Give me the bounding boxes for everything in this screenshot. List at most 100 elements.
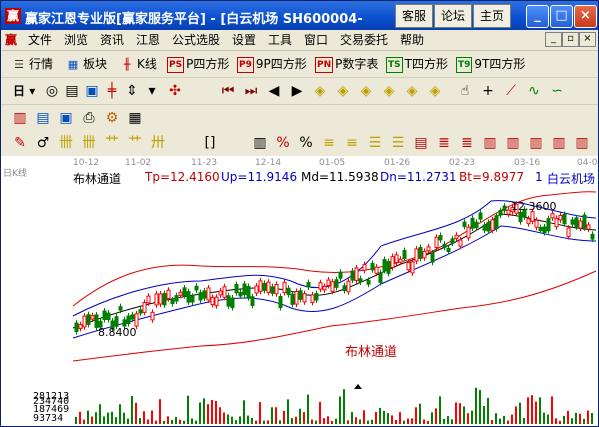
tool-g-icon[interactable]: ≣ [435,134,453,152]
fork5-icon[interactable]: 卅 [149,134,167,152]
tool-2-icon[interactable]: ♂ [34,134,52,152]
fork3-icon[interactable]: 艹 [103,134,121,152]
menu-browse[interactable]: 浏览 [64,32,88,48]
draw-line-icon[interactable]: ⟋ [502,82,520,100]
mdi-minimize-button[interactable]: _ [545,32,562,47]
diamond6-icon[interactable]: ◈ [426,82,444,100]
quote-tool[interactable]: ☰ 行情 [11,54,53,74]
mdi-restore-button[interactable]: ▫ [562,32,579,47]
fork4-icon[interactable]: 艹 [126,134,144,152]
candle [474,221,479,229]
window-icon[interactable]: ▣ [57,109,75,127]
settings-icon[interactable]: ⚙ [103,109,121,127]
percent2-icon[interactable]: % [297,134,315,152]
bar-icon[interactable]: ▾ [143,82,161,100]
mdi-close-button[interactable]: × [579,32,596,47]
candle [310,294,315,303]
volume-bar [307,394,309,424]
ts-icon: TS [386,56,403,73]
diamond-icon[interactable]: ✣ [166,82,184,100]
wave2-icon[interactable]: ∽ [548,82,566,100]
diamond1-icon[interactable]: ◈ [311,82,329,100]
menu-gann[interactable]: 江恩 [136,32,160,48]
left-icon[interactable]: ◀ [265,82,283,100]
candle [418,246,423,259]
sector-tool[interactable]: ▦ 板块 [65,54,107,74]
period-select[interactable]: 日 ▾ [13,81,35,101]
grid-icon[interactable]: ▦ [126,109,144,127]
wave-icon[interactable]: ∿ [525,82,543,100]
volume-bar [547,414,549,424]
9t-square-tool[interactable]: T9 9T四方形 [456,54,525,74]
menu-info[interactable]: 资讯 [100,32,124,48]
page-icon[interactable]: ▤ [63,82,81,100]
menu-window[interactable]: 窗口 [304,32,328,48]
diamond4-icon[interactable]: ◈ [380,82,398,100]
pen-icon[interactable]: ✎ [11,134,29,152]
tool-j-icon[interactable]: ▥ [504,134,522,152]
tool-i-icon[interactable]: ▥ [481,134,499,152]
candle [590,233,595,240]
last-icon[interactable]: ⏭ [242,82,260,100]
calendar-icon[interactable]: ▥ [11,109,29,127]
menu-file[interactable]: 文件 [28,32,52,48]
candle [230,297,235,309]
first-icon[interactable]: ⏮ [219,82,237,100]
home-button[interactable]: 主页 [473,4,511,28]
service-button[interactable]: 客服 [395,4,433,28]
candle [434,236,439,248]
diamond5-icon[interactable]: ◈ [403,82,421,100]
arrow-icon[interactable]: ⇕ [123,82,141,100]
navigation-toolbar: 日 ▾ ◎ ▤ ▣ ╪ ⇕ ▾ ✣ ⏮ ⏭ ◀ ▶ ◈ ◈ ◈ ◈ ◈ ◈ ☝ … [1,78,598,105]
hand-icon[interactable]: ☝ [456,82,474,100]
menu-settings[interactable]: 设置 [232,32,256,48]
tool-e-icon[interactable]: ☰ [389,134,407,152]
fork-icon[interactable]: 卌 [57,134,75,152]
volume-bar [579,413,581,424]
crosshair-icon[interactable]: + [479,82,497,100]
volume-bar [399,412,401,424]
candle-icon[interactable]: ╪ [103,82,121,100]
candle [134,313,139,327]
forum-button[interactable]: 论坛 [434,4,472,28]
tool-d-icon[interactable]: ☰ [366,134,384,152]
volume-bar [183,420,185,424]
gann-icon[interactable]: ▥ [251,134,269,152]
doc-icon[interactable]: ▤ [34,109,52,127]
tool-c-icon[interactable]: ≡ [343,134,361,152]
menu-formula[interactable]: 公式选股 [172,32,220,48]
volume-bar [271,407,273,424]
volume-bar [487,397,489,424]
candle [102,310,107,320]
diamond3-icon[interactable]: ◈ [357,82,375,100]
tool-k-icon[interactable]: ▥ [527,134,545,152]
fork2-icon[interactable]: 卌 [80,134,98,152]
volume-bar [459,403,461,424]
minimize-button[interactable]: _ [526,5,549,28]
print-icon[interactable]: ⎙ [80,109,98,127]
tool-b-icon[interactable]: ≡ [320,134,338,152]
right-icon[interactable]: ▶ [288,82,306,100]
close-button[interactable]: × [574,5,597,28]
t-square-tool[interactable]: TS T四方形 [386,54,448,74]
tool-f-icon[interactable]: ▤ [412,134,430,152]
square-icon[interactable]: ▣ [83,82,101,100]
circle-icon[interactable]: ◎ [43,82,61,100]
p-square-tool[interactable]: PS P四方形 [167,54,229,74]
maximize-button[interactable]: □ [550,5,573,28]
volume-bar [103,416,105,424]
menu-tools[interactable]: 工具 [268,32,292,48]
p-number-tool[interactable]: PN P数字表 [315,54,378,74]
percent-icon[interactable]: % [274,134,292,152]
tool-h-icon[interactable]: ≣ [458,134,476,152]
menu-trade[interactable]: 交易委托 [340,32,388,48]
9p-square-tool[interactable]: P9 9P四方形 [237,54,307,74]
tool-l-icon[interactable]: ▥ [550,134,568,152]
kline-tool[interactable]: ╫ K线 [119,54,157,74]
bracket-icon[interactable]: [] [201,134,219,152]
diamond2-icon[interactable]: ◈ [334,82,352,100]
tool-m-icon[interactable]: ▥ [573,134,591,152]
volume-bar [295,416,297,424]
kline-chart[interactable]: 日K线 10-12 11-02 11-23 12-14 01-05 01-26 … [1,156,598,426]
menu-help[interactable]: 帮助 [400,32,424,48]
